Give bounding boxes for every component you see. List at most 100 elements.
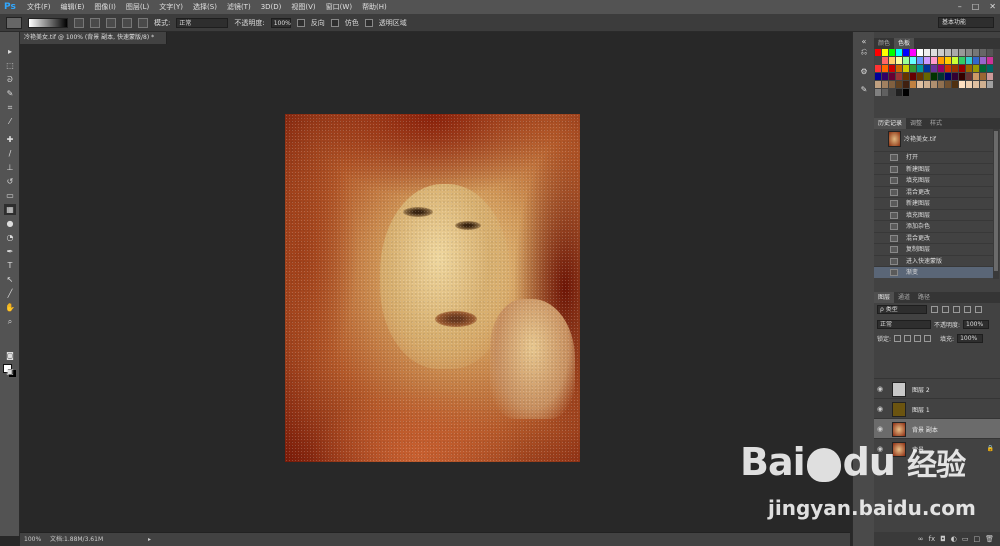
layer-mask-icon[interactable]: ◘ [940,535,946,543]
swatch[interactable] [931,81,937,88]
swatch[interactable] [896,89,902,96]
swatch[interactable] [917,57,923,64]
swatch[interactable] [938,81,944,88]
mode-select[interactable]: 正常 [176,17,229,28]
layer-row[interactable]: ◉ 图层 2 [874,378,1000,399]
swatch[interactable] [945,73,951,80]
swatch[interactable] [917,73,923,80]
tab-channels[interactable]: 通道 [894,292,914,303]
history-scrollbar[interactable] [993,129,999,279]
swatch[interactable] [896,57,902,64]
history-panel-icon[interactable]: ⎌ [858,46,870,57]
reflected-gradient-button[interactable] [122,17,132,28]
swatch[interactable] [889,65,895,72]
swatch[interactable] [952,57,958,64]
swatch[interactable] [959,57,965,64]
delete-layer-icon[interactable]: 🗑 [985,535,994,543]
menu-item-9[interactable]: 窗口(W) [321,0,357,14]
visibility-eye-icon[interactable]: ◉ [877,425,885,433]
history-step[interactable]: 填充图层 [874,174,993,186]
maximize-button[interactable]: □ [972,0,980,14]
swatch[interactable] [875,73,881,80]
adjustment-layer-icon[interactable]: ◐ [951,535,957,543]
swatch[interactable] [875,57,881,64]
swatch[interactable] [882,57,888,64]
swatch[interactable] [938,65,944,72]
history-snapshot[interactable]: 冷艳美女.tif [874,129,993,149]
swatch[interactable] [917,65,923,72]
minimize-button[interactable]: – [958,0,962,14]
swatch[interactable] [917,81,923,88]
swatch[interactable] [966,65,972,72]
zoom-level[interactable]: 100% [24,533,41,546]
hand-tool-icon[interactable]: ✋ [4,302,16,313]
swatch[interactable] [973,81,979,88]
swatch[interactable] [966,57,972,64]
swatch[interactable] [903,57,909,64]
layer-name[interactable]: 背景 副本 [912,425,938,434]
menu-item-3[interactable]: 图层(L) [121,0,154,14]
swatch[interactable] [896,81,902,88]
swatch[interactable] [987,65,993,72]
layer-row[interactable]: ◉ 背景 副本 [874,418,1000,439]
brush-tool-icon[interactable]: / [4,148,16,159]
swatch[interactable] [945,57,951,64]
layer-name[interactable]: 图层 1 [912,405,930,414]
swatch[interactable] [959,65,965,72]
screen-mode-icon[interactable]: ▣ [4,366,16,377]
swatch[interactable] [903,73,909,80]
swatch[interactable] [896,65,902,72]
swatch[interactable] [980,49,986,56]
new-layer-icon[interactable]: □ [973,535,980,543]
history-step[interactable]: 打开 [874,151,993,163]
menu-item-1[interactable]: 编辑(E) [56,0,90,14]
tab-history[interactable]: 历史记录 [874,118,907,129]
dither-checkbox[interactable] [330,18,339,27]
swatch[interactable] [959,81,965,88]
history-step[interactable]: 混合更改 [874,231,993,244]
filter-type-icon[interactable] [953,306,960,313]
swatch[interactable] [938,73,944,80]
menu-item-10[interactable]: 帮助(H) [357,0,392,14]
gradient-tool-icon[interactable]: ▦ [4,204,16,215]
tab-adjustments[interactable]: 调整 [906,118,926,129]
swatch[interactable] [875,89,881,96]
diamond-gradient-button[interactable] [138,17,148,28]
transparency-checkbox[interactable] [364,18,373,27]
swatch[interactable] [987,81,993,88]
document-tab[interactable]: 冷艳美女.tif @ 100% (背景 副本, 快速蒙版/8) * [20,32,167,44]
swatch[interactable] [952,81,958,88]
status-menu-arrow-icon[interactable]: ▸ [148,533,151,546]
swatch[interactable] [889,49,895,56]
layer-row[interactable]: ◉ 图层 1 [874,398,1000,419]
linear-gradient-button[interactable] [74,17,84,28]
zoom-tool-icon[interactable]: ⌕ [4,316,16,327]
swatch[interactable] [959,73,965,80]
visibility-eye-icon[interactable]: ◉ [877,385,885,393]
swatch[interactable] [945,49,951,56]
swatch[interactable] [973,49,979,56]
swatch[interactable] [903,89,909,96]
swatch[interactable] [882,73,888,80]
swatch[interactable] [987,73,993,80]
history-step[interactable]: 新建图层 [874,162,993,175]
menu-item-8[interactable]: 视图(V) [286,0,320,14]
swatch[interactable] [910,57,916,64]
document-image[interactable] [285,114,580,462]
dodge-tool-icon[interactable]: ◔ [4,232,16,243]
swatch[interactable] [952,73,958,80]
lock-position-icon[interactable] [914,335,922,342]
history-step[interactable]: 混合更改 [874,185,993,198]
swatch[interactable] [987,49,993,56]
swatch[interactable] [910,49,916,56]
angle-gradient-button[interactable] [106,17,116,28]
layer-style-icon[interactable]: fx [929,535,936,543]
history-scroll-thumb[interactable] [994,131,998,271]
swatch[interactable] [987,57,993,64]
swatch[interactable] [924,81,930,88]
eyedropper-tool-icon[interactable]: ⁄ [4,116,16,127]
blend-mode-select[interactable]: 正常 [877,320,931,329]
blur-tool-icon[interactable]: ● [4,218,16,229]
swatch[interactable] [945,65,951,72]
swatch[interactable] [910,65,916,72]
